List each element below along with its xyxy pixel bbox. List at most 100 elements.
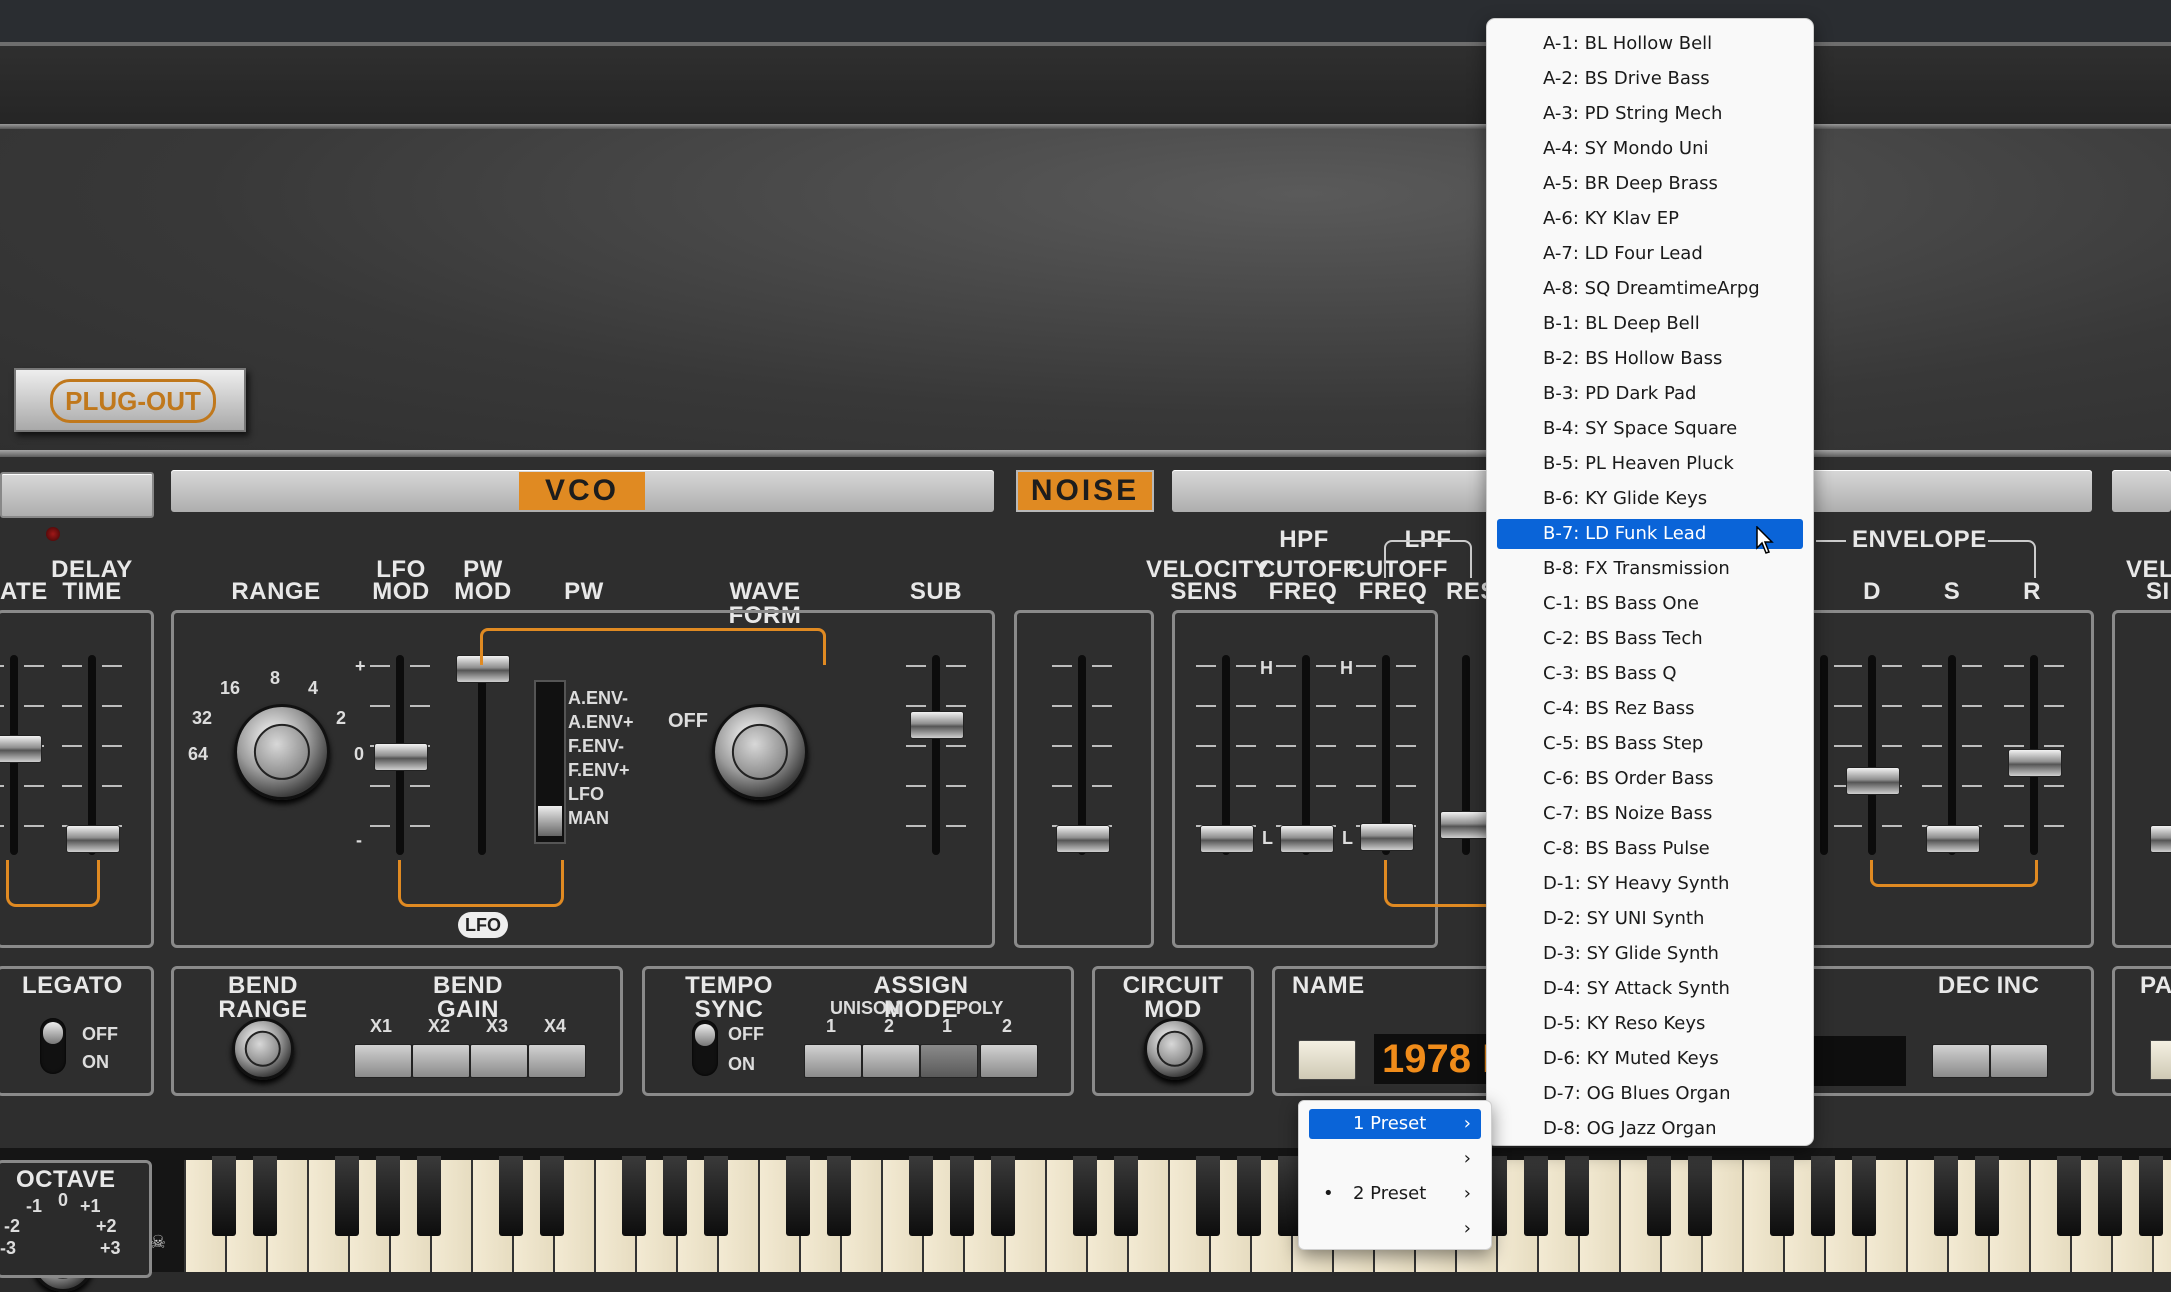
black-key[interactable] xyxy=(2057,1156,2081,1236)
preset-menu-item[interactable]: A-2: BS Drive Bass xyxy=(1497,64,1803,94)
black-key[interactable] xyxy=(827,1156,851,1236)
preset-menu-item[interactable]: D-2: SY UNI Synth xyxy=(1497,904,1803,934)
bend-gain-x3-button[interactable] xyxy=(470,1044,528,1078)
velocity-sens-slider[interactable] xyxy=(1196,655,1256,855)
preset-menu-item[interactable]: B-4: SY Space Square xyxy=(1497,414,1803,444)
black-key[interactable] xyxy=(1811,1156,1835,1236)
assign-unison-1-button[interactable] xyxy=(804,1044,862,1078)
black-key[interactable] xyxy=(499,1156,523,1236)
black-key[interactable] xyxy=(1196,1156,1220,1236)
pw-mod-label-2: MOD xyxy=(454,578,512,605)
legato-toggle[interactable] xyxy=(40,1018,66,1074)
submenu-item[interactable]: 1 Preset › xyxy=(1309,1109,1481,1139)
preset-menu-item[interactable]: D-8: OG Jazz Organ xyxy=(1497,1114,1803,1144)
preset-menu-item[interactable]: C-8: BS Bass Pulse xyxy=(1497,834,1803,864)
lpf-cutoff-slider[interactable] xyxy=(1356,655,1416,855)
env-d-slider[interactable] xyxy=(1842,655,1902,855)
circuit-mod-label: CIRCUIT MOD xyxy=(1122,972,1224,1023)
black-key[interactable] xyxy=(950,1156,974,1236)
assign-poly-1-button[interactable] xyxy=(920,1044,978,1078)
right-velo-slider[interactable] xyxy=(2146,655,2171,855)
preset-menu-item[interactable]: C-6: BS Order Bass xyxy=(1497,764,1803,794)
preset-menu-item[interactable]: D-7: OG Blues Organ xyxy=(1497,1079,1803,1109)
hpf-cutoff-slider[interactable] xyxy=(1276,655,1336,855)
black-key[interactable] xyxy=(991,1156,1015,1236)
preset-menu-item[interactable]: A-8: SQ DreamtimeArpg xyxy=(1497,274,1803,304)
preset-menu-item[interactable]: C-4: BS Rez Bass xyxy=(1497,694,1803,724)
tempo-sync-toggle[interactable] xyxy=(692,1020,718,1076)
black-key[interactable] xyxy=(704,1156,728,1236)
lfo-mod-slider[interactable] xyxy=(370,655,430,855)
preset-menu-item[interactable]: D-4: SY Attack Synth xyxy=(1497,974,1803,1004)
preset-menu-item[interactable]: A-1: BL Hollow Bell xyxy=(1497,29,1803,59)
black-key[interactable] xyxy=(1073,1156,1097,1236)
assign-unison-2-button[interactable] xyxy=(862,1044,920,1078)
preset-menu-item[interactable]: C-1: BS Bass One xyxy=(1497,589,1803,619)
black-key[interactable] xyxy=(212,1156,236,1236)
preset-menu-item[interactable]: A-5: BR Deep Brass xyxy=(1497,169,1803,199)
black-key[interactable] xyxy=(1114,1156,1138,1236)
dec-button[interactable] xyxy=(1932,1044,1990,1078)
inc-button[interactable] xyxy=(1990,1044,2048,1078)
black-key[interactable] xyxy=(1852,1156,1876,1236)
env-s-slider[interactable] xyxy=(1922,655,1982,855)
black-key[interactable] xyxy=(786,1156,810,1236)
pw-mod-slider[interactable] xyxy=(452,655,512,855)
name-write-button[interactable] xyxy=(1298,1040,1356,1080)
preset-menu-item[interactable]: D-1: SY Heavy Synth xyxy=(1497,869,1803,899)
black-key[interactable] xyxy=(1688,1156,1712,1236)
preset-menu-item[interactable]: B-6: KY Glide Keys xyxy=(1497,484,1803,514)
black-key[interactable] xyxy=(1934,1156,1958,1236)
black-key[interactable] xyxy=(909,1156,933,1236)
lfo-route-line xyxy=(398,860,564,907)
black-key[interactable] xyxy=(1237,1156,1261,1236)
submenu-item[interactable]: › xyxy=(1309,1144,1481,1174)
preset-menu-item[interactable]: B-5: PL Heaven Pluck xyxy=(1497,449,1803,479)
black-key[interactable] xyxy=(1770,1156,1794,1236)
preset-menu-item[interactable]: A-3: PD String Mech xyxy=(1497,99,1803,129)
preset-menu-item[interactable]: B-2: BS Hollow Bass xyxy=(1497,344,1803,374)
submenu-item[interactable]: › xyxy=(1309,1214,1481,1244)
preset-menu-item[interactable]: A-6: KY Klav EP xyxy=(1497,204,1803,234)
wave-form-knob[interactable] xyxy=(712,704,808,800)
noise-slider[interactable] xyxy=(1052,655,1112,855)
preset-menu-item[interactable]: B-1: BL Deep Bell xyxy=(1497,309,1803,339)
preset-menu-item[interactable]: C-5: BS Bass Step xyxy=(1497,729,1803,759)
preset-menu-item[interactable]: B-8: FX Transmission xyxy=(1497,554,1803,584)
preset-menu-item[interactable]: D-5: KY Reso Keys xyxy=(1497,1009,1803,1039)
black-key[interactable] xyxy=(2139,1156,2163,1236)
black-key[interactable] xyxy=(540,1156,564,1236)
lfo-rate-slider[interactable] xyxy=(0,655,44,855)
black-key[interactable] xyxy=(335,1156,359,1236)
black-key[interactable] xyxy=(663,1156,687,1236)
bend-gain-x1-button[interactable] xyxy=(354,1044,412,1078)
preset-menu-item[interactable]: C-2: BS Bass Tech xyxy=(1497,624,1803,654)
preset-menu-item[interactable]: A-7: LD Four Lead xyxy=(1497,239,1803,269)
preset-menu-item[interactable]: A-4: SY Mondo Uni xyxy=(1497,134,1803,164)
assign-poly-2-button[interactable] xyxy=(980,1044,1038,1078)
delay-route-line xyxy=(6,860,100,907)
preset-menu-item[interactable]: D-3: SY Glide Synth xyxy=(1497,939,1803,969)
black-key[interactable] xyxy=(1975,1156,1999,1236)
sub-slider[interactable] xyxy=(906,655,966,855)
range-knob[interactable] xyxy=(234,704,330,800)
black-key[interactable] xyxy=(2098,1156,2122,1236)
preset-menu-item[interactable]: C-7: BS Noize Bass xyxy=(1497,799,1803,829)
black-key[interactable] xyxy=(253,1156,277,1236)
black-key[interactable] xyxy=(376,1156,400,1236)
black-key[interactable] xyxy=(1647,1156,1671,1236)
delay-time-slider[interactable] xyxy=(62,655,122,855)
black-key[interactable] xyxy=(1565,1156,1589,1236)
pw-source-switch[interactable] xyxy=(534,680,566,844)
env-r-slider[interactable] xyxy=(2004,655,2064,855)
bend-gain-x2-button[interactable] xyxy=(412,1044,470,1078)
black-key[interactable] xyxy=(622,1156,646,1236)
preset-menu-item[interactable]: B-3: PD Dark Pad xyxy=(1497,379,1803,409)
bend-gain-x4-button[interactable] xyxy=(528,1044,586,1078)
pa-button[interactable] xyxy=(2150,1040,2171,1080)
preset-menu-item[interactable]: D-6: KY Muted Keys xyxy=(1497,1044,1803,1074)
black-key[interactable] xyxy=(417,1156,441,1236)
preset-menu-item[interactable]: C-3: BS Bass Q xyxy=(1497,659,1803,689)
submenu-item[interactable]: • 2 Preset › xyxy=(1309,1179,1481,1209)
black-key[interactable] xyxy=(1524,1156,1548,1236)
